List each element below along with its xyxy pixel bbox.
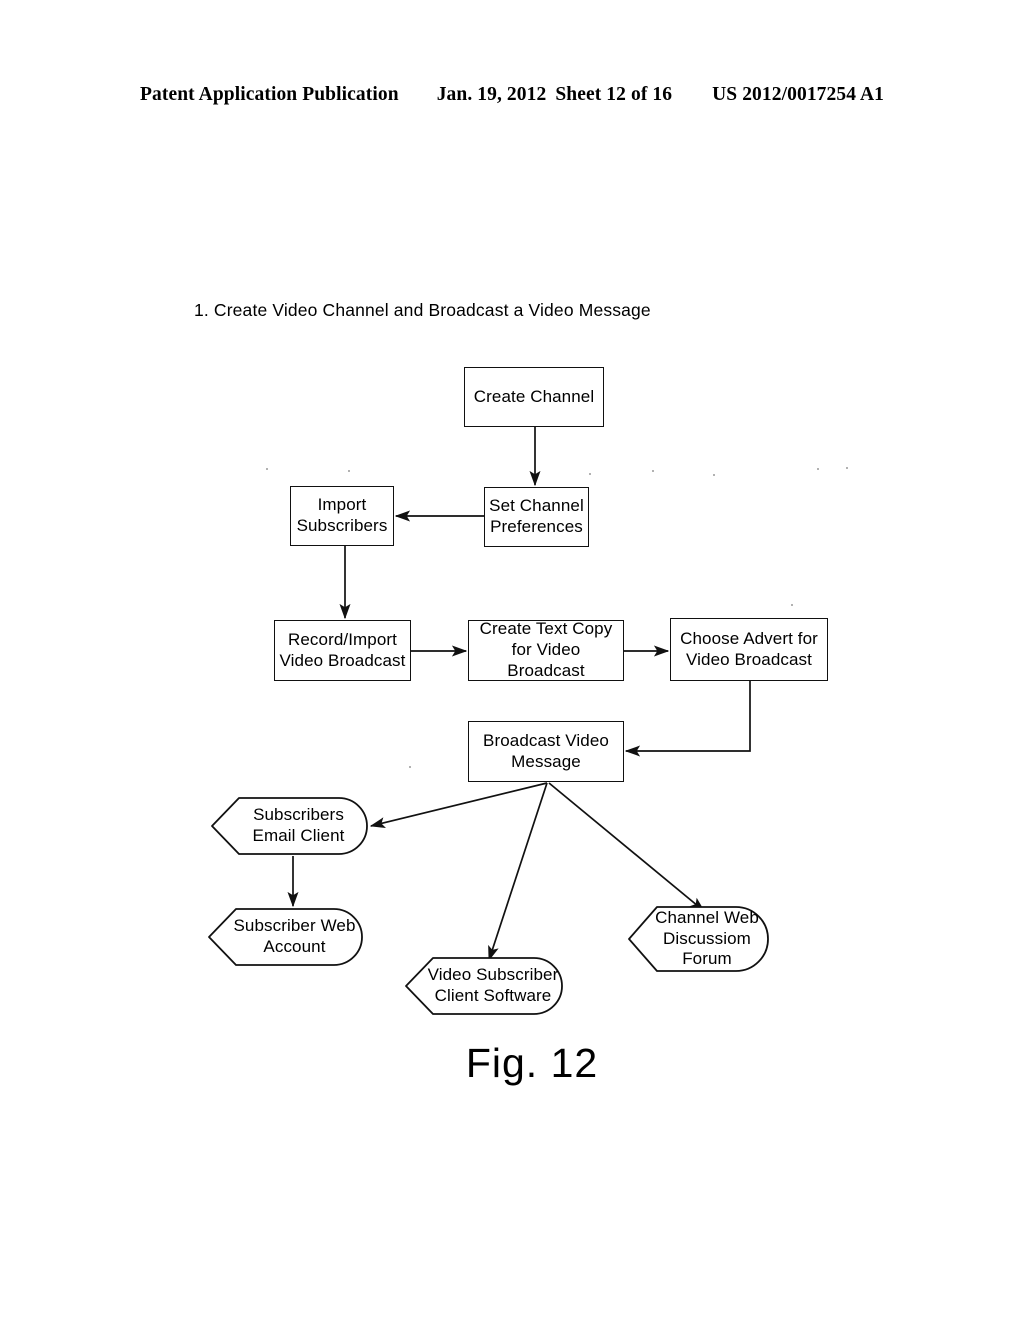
node-video-subscriber-client-software-label: Video Subscriber Client Software bbox=[427, 965, 559, 1005]
node-record-import-video-broadcast-label: Record/Import Video Broadcast bbox=[279, 629, 406, 670]
scan-speck bbox=[713, 474, 715, 476]
node-video-subscriber-client-software[interactable]: Video Subscriber Client Software bbox=[405, 957, 563, 1015]
node-record-import-video-broadcast[interactable]: Record/Import Video Broadcast bbox=[274, 620, 411, 681]
scan-speck bbox=[652, 470, 654, 472]
scan-speck bbox=[348, 470, 350, 472]
node-choose-advert[interactable]: Choose Advert for Video Broadcast bbox=[670, 618, 828, 681]
node-channel-web-discussion-forum-label: Channel Web Discussiom Forum bbox=[655, 907, 759, 969]
scan-speck bbox=[409, 766, 411, 768]
node-import-subscribers[interactable]: Import Subscribers bbox=[290, 486, 394, 546]
scan-speck bbox=[589, 473, 591, 475]
node-broadcast-video-message[interactable]: Broadcast Video Message bbox=[468, 721, 624, 782]
figure-caption: Fig. 12 bbox=[0, 1040, 1024, 1087]
scan-speck bbox=[791, 604, 793, 606]
node-subscribers-email-client-label: Subscribers Email Client bbox=[252, 805, 345, 845]
node-subscriber-web-account-label: Subscriber Web Account bbox=[233, 916, 356, 956]
flowchart-diagram: Create Channel Import Subscribers Set Cha… bbox=[0, 0, 1024, 1320]
node-set-channel-preferences-label: Set Channel Preferences bbox=[489, 496, 584, 536]
scan-speck bbox=[266, 468, 268, 470]
scan-speck bbox=[846, 467, 848, 469]
node-choose-advert-label: Choose Advert for Video Broadcast bbox=[680, 628, 818, 669]
connector-broadcast-to-video-subscriber-client bbox=[488, 782, 548, 962]
connector-broadcast-to-subscribers-email-client bbox=[369, 782, 548, 829]
node-create-channel[interactable]: Create Channel bbox=[464, 367, 604, 427]
scan-speck bbox=[817, 468, 819, 470]
node-channel-web-discussion-forum[interactable]: Channel Web Discussiom Forum bbox=[628, 906, 769, 972]
connector-choose-advert-to-broadcast bbox=[624, 681, 751, 757]
figure-caption-label: Fig. 12 bbox=[465, 1040, 599, 1086]
node-create-channel-label: Create Channel bbox=[473, 386, 595, 406]
node-broadcast-video-message-label: Broadcast Video Message bbox=[483, 730, 609, 771]
node-import-subscribers-label: Import Subscribers bbox=[296, 495, 388, 535]
node-subscribers-email-client[interactable]: Subscribers Email Client bbox=[211, 797, 368, 855]
node-create-text-copy[interactable]: Create Text Copy for Video Broadcast bbox=[468, 619, 624, 681]
node-subscriber-web-account[interactable]: Subscriber Web Account bbox=[208, 908, 363, 966]
node-set-channel-preferences[interactable]: Set Channel Preferences bbox=[484, 487, 589, 547]
connector-broadcast-to-channel-web-forum bbox=[548, 782, 705, 912]
node-create-text-copy-label: Create Text Copy for Video Broadcast bbox=[479, 619, 613, 680]
